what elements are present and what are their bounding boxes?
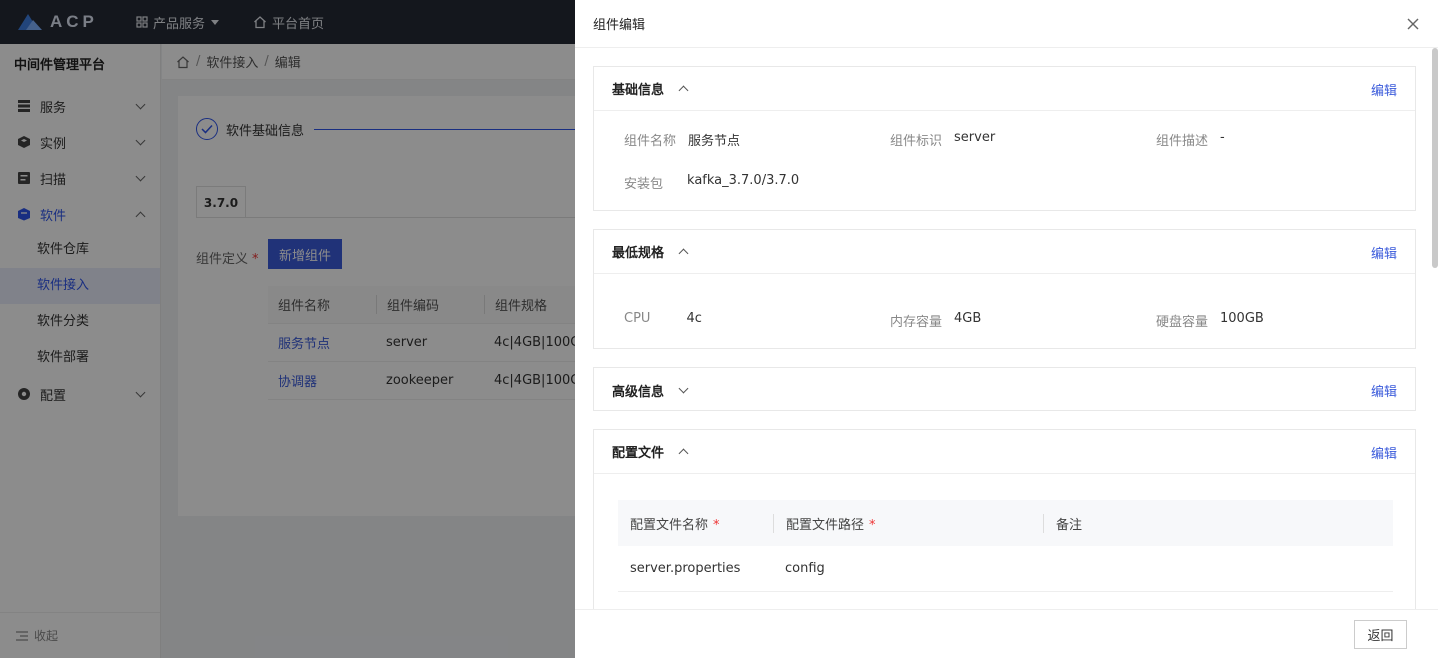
column-header: 备注 <box>1043 513 1383 533</box>
drawer-title: 组件编辑 <box>593 18 646 33</box>
section-title: 基础信息 <box>612 83 665 98</box>
field-label: 硬盘容量 <box>1156 315 1209 330</box>
table-header: 配置文件名称 * 配置文件路径 * 备注 <box>618 500 1393 546</box>
config-file-table: 配置文件名称 * 配置文件路径 * 备注 server.properties con… <box>618 500 1393 592</box>
field-value: 服务节点 <box>688 134 741 149</box>
table-row: server.properties config <box>618 546 1393 592</box>
field-value: 4c <box>686 311 702 326</box>
edit-advanced-button[interactable]: 编辑 <box>1371 381 1397 400</box>
section-header[interactable]: 基础信息 编辑 <box>594 67 1415 111</box>
field-label: 组件标识 <box>890 134 943 149</box>
drawer-footer: 返回 <box>575 609 1438 658</box>
field-value: - <box>1220 130 1225 145</box>
close-icon[interactable] <box>1406 17 1420 31</box>
section-title: 高级信息 <box>612 384 665 400</box>
back-button[interactable]: 返回 <box>1354 620 1407 649</box>
field-label: 组件描述 <box>1156 134 1209 149</box>
drawer-scrollbar[interactable] <box>1432 48 1438 268</box>
field-component-desc: 组件描述 - <box>1156 130 1225 149</box>
field-cpu: CPU 4c <box>624 311 702 326</box>
field-install-package: 安装包 kafka_3.7.0/3.7.0 <box>624 173 799 192</box>
section-basic-info: 基础信息 编辑 组件名称 服务节点 组件标识 server 组件描述 - 安装包… <box>593 66 1416 211</box>
chevron-up-icon[interactable] <box>678 448 689 459</box>
chevron-down-icon[interactable] <box>678 383 689 394</box>
drawer-header: 组件编辑 <box>575 0 1438 48</box>
chevron-up-icon[interactable] <box>678 85 689 96</box>
column-header: 配置文件名称 * <box>618 514 773 533</box>
section-header[interactable]: 最低规格 编辑 <box>594 230 1415 274</box>
field-value: 100GB <box>1220 311 1264 326</box>
section-min-spec: 最低规格 编辑 CPU 4c 内存容量 4GB 硬盘容量 100GB <box>593 229 1416 349</box>
column-header-text: 配置文件名称 <box>630 517 709 533</box>
field-label: 安装包 <box>624 177 664 192</box>
field-value: kafka_3.7.0/3.7.0 <box>687 173 800 188</box>
field-component-id: 组件标识 server <box>890 130 995 149</box>
field-disk: 硬盘容量 100GB <box>1156 311 1264 330</box>
section-header[interactable]: 高级信息 编辑 <box>594 368 1415 412</box>
column-header: 配置文件路径 * <box>773 513 1043 533</box>
drawer-body[interactable]: 基础信息 编辑 组件名称 服务节点 组件标识 server 组件描述 - 安装包… <box>575 48 1438 609</box>
field-component-name: 组件名称 服务节点 <box>624 130 740 149</box>
field-value: 4GB <box>954 311 982 326</box>
field-memory: 内存容量 4GB <box>890 311 981 330</box>
section-title: 最低规格 <box>612 246 665 261</box>
section-header[interactable]: 配置文件 编辑 <box>594 430 1415 474</box>
required-mark: * <box>713 517 720 533</box>
component-edit-drawer: 组件编辑 基础信息 编辑 组件名称 服务节点 组件标识 server 组件描述 … <box>575 0 1438 658</box>
section-advanced: 高级信息 编辑 <box>593 367 1416 411</box>
field-value: server <box>954 130 996 145</box>
edit-spec-button[interactable]: 编辑 <box>1371 243 1397 262</box>
section-config-files: 配置文件 编辑 配置文件名称 * 配置文件路径 * 备注 server.proper… <box>593 429 1416 609</box>
field-label: CPU <box>624 311 651 326</box>
required-mark: * <box>869 517 876 533</box>
chevron-up-icon[interactable] <box>678 248 689 259</box>
edit-config-button[interactable]: 编辑 <box>1371 443 1397 462</box>
edit-basic-button[interactable]: 编辑 <box>1371 80 1397 99</box>
config-file-path: config <box>785 561 825 576</box>
field-label: 组件名称 <box>624 134 677 149</box>
config-file-name: server.properties <box>630 561 741 576</box>
section-title: 配置文件 <box>612 446 665 461</box>
column-header-text: 配置文件路径 <box>786 517 865 533</box>
field-label: 内存容量 <box>890 315 943 330</box>
